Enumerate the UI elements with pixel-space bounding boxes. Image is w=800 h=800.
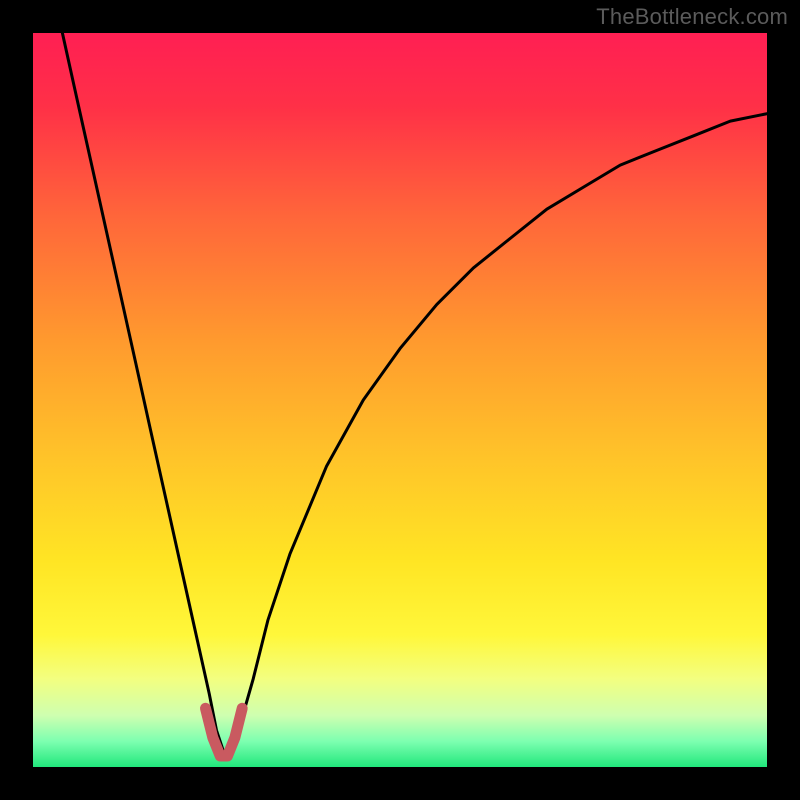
bottleneck-curve [62, 33, 767, 752]
chart-frame: TheBottleneck.com [0, 0, 800, 800]
curve-layer [33, 33, 767, 767]
watermark-text: TheBottleneck.com [596, 4, 788, 30]
plot-area [33, 33, 767, 767]
